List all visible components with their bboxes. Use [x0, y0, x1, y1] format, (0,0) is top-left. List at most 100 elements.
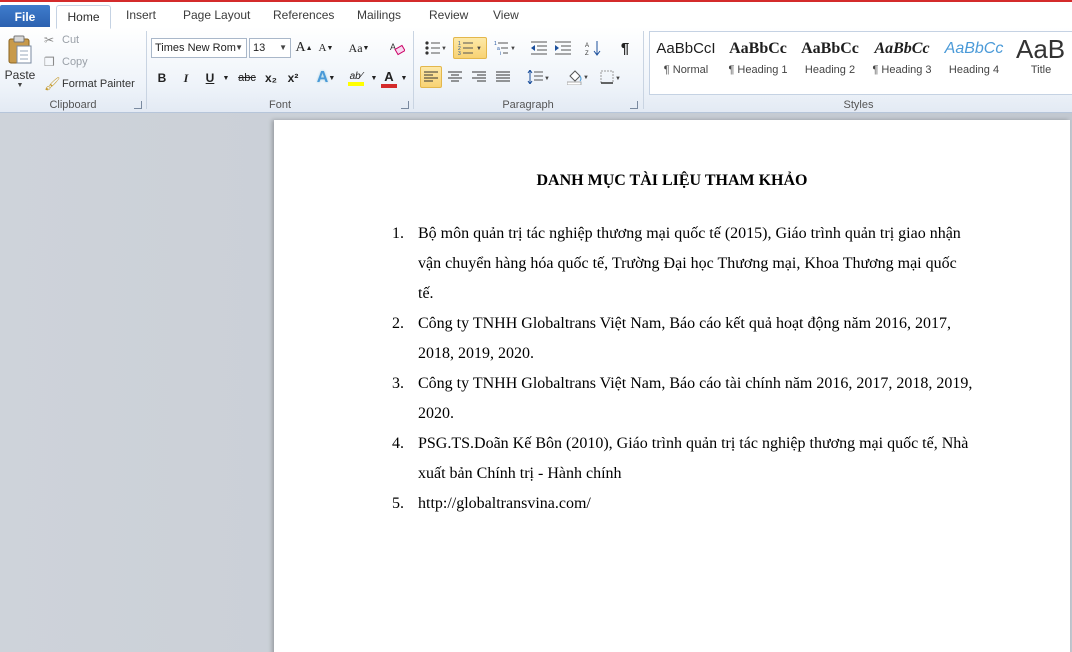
clear-formatting-icon[interactable]: A	[387, 38, 407, 58]
sort-icon[interactable]: AZ	[582, 37, 604, 59]
clipboard-group: Paste ▼ ✂ Cut ❐ Copy 🖌 Format Painter Cl…	[0, 27, 146, 113]
format-painter-label: Format Painter	[62, 78, 135, 90]
style-heading-1[interactable]: AaBbCc ¶ Heading 1	[722, 34, 794, 86]
italic-button[interactable]: I	[175, 67, 197, 89]
text-effects-button[interactable]: A ▼	[313, 67, 339, 89]
grow-font-icon[interactable]: A ▲	[295, 38, 313, 58]
increase-indent-icon[interactable]	[552, 37, 574, 59]
line-spacing-button[interactable]: ▼	[524, 66, 552, 88]
change-case-label: Aa	[348, 40, 363, 55]
cut-label: Cut	[62, 34, 80, 46]
list-number: 1.	[392, 225, 404, 242]
multilevel-list-icon: 1 a i ▼	[494, 41, 516, 56]
style-name: ¶ Normal	[663, 64, 709, 76]
group-separator	[643, 31, 644, 109]
font-color-dropdown-icon[interactable]: ▼	[399, 67, 409, 89]
style-heading-4[interactable]: AaBbCc Heading 4	[938, 34, 1010, 86]
list-number: 4.	[392, 435, 404, 452]
cut-button[interactable]: ✂ Cut	[44, 31, 79, 49]
font-group-label: Font	[268, 99, 291, 111]
paste-button[interactable]: Paste ▼	[3, 30, 37, 92]
style-sample: AaBbCc	[729, 40, 787, 57]
tab-mailings[interactable]: Mailings	[357, 8, 401, 22]
tab-home[interactable]: Home	[56, 5, 111, 29]
ribbon-tabs: File Home Insert Page Layout References …	[0, 0, 1072, 29]
justify-button[interactable]	[492, 66, 514, 88]
pilcrow-icon[interactable]: ¶	[614, 37, 636, 59]
highlight-color-swatch	[348, 81, 364, 86]
document-workspace: DANH MỤC TÀI LIỆU THAM KHẢO 1. Bộ môn qu…	[0, 113, 1072, 652]
list-text: Công ty TNHH Globaltrans Việt Nam, Báo c…	[418, 315, 952, 362]
paragraph-group: ▼ 1 2 3 ▼ 1 a i ▼ AZ ¶ ▼ ▼ ▼ Paragraph	[414, 27, 642, 113]
bold-button[interactable]: B	[151, 67, 173, 89]
copy-button[interactable]: ❐ Copy	[44, 53, 88, 71]
text-effects-icon: A	[316, 69, 329, 86]
style-sample: AaB	[1016, 34, 1066, 64]
subscript-button[interactable]: x₂	[261, 67, 281, 89]
style-normal[interactable]: AaBbCcI ¶ Normal	[650, 34, 722, 86]
align-center-icon	[448, 71, 462, 82]
decrease-indent-icon[interactable]	[528, 37, 550, 59]
clipboard-group-label: Clipboard	[49, 99, 97, 111]
font-name-combo[interactable]: Times New Rom ▼	[151, 38, 247, 58]
underline-button[interactable]: U	[199, 67, 221, 89]
clipboard-launcher-icon[interactable]	[134, 101, 142, 109]
underline-dropdown-icon[interactable]: ▼	[221, 67, 231, 89]
paragraph-group-label: Paragraph	[502, 99, 554, 111]
chevron-down-icon: ▼	[279, 43, 287, 52]
shading-button[interactable]: ▼	[564, 66, 592, 88]
bullets-icon: ▼	[425, 41, 446, 55]
ribbon: Paste ▼ ✂ Cut ❐ Copy 🖌 Format Painter Cl…	[0, 27, 1072, 113]
strikethrough-button[interactable]: abc	[235, 67, 259, 89]
svg-text:▼: ▼	[615, 76, 621, 82]
italic-label: I	[183, 70, 189, 85]
format-painter-button[interactable]: 🖌 Format Painter	[44, 75, 135, 93]
copy-label: Copy	[62, 56, 88, 68]
font-launcher-icon[interactable]	[401, 101, 409, 109]
borders-button[interactable]: ▼	[596, 66, 626, 88]
align-center-button[interactable]	[444, 66, 466, 88]
tab-review[interactable]: Review	[429, 8, 468, 22]
paint-bucket-icon: ▼	[567, 70, 589, 85]
highlight-dropdown-icon[interactable]: ▼	[369, 67, 379, 89]
tab-view[interactable]: View	[493, 8, 519, 22]
font-color-button[interactable]: A	[379, 67, 399, 89]
tab-references[interactable]: References	[273, 8, 334, 22]
list-text: PSG.TS.Doãn Kế Bôn (2010), Giáo trình qu…	[418, 435, 969, 482]
paragraph-launcher-icon[interactable]	[630, 101, 638, 109]
paste-label: Paste	[4, 67, 36, 82]
style-heading-2[interactable]: AaBbCc Heading 2	[794, 34, 866, 86]
align-left-icon	[424, 71, 438, 82]
tab-page-layout[interactable]: Page Layout	[183, 8, 250, 22]
font-size-value: 13	[253, 42, 266, 54]
paste-dropdown-arrow-icon[interactable]: ▼	[17, 82, 24, 89]
shrink-font-icon[interactable]: A ▼	[317, 38, 335, 58]
style-name: Heading 4	[948, 64, 1000, 76]
text-highlight-button[interactable]: ab⁄	[343, 67, 369, 89]
list-text: Công ty TNHH Globaltrans Việt Nam, Báo c…	[418, 375, 973, 422]
style-title[interactable]: AaB Title	[1010, 34, 1072, 86]
font-size-combo[interactable]: 13 ▼	[249, 38, 291, 58]
list-link[interactable]: http://globaltransvina.com/	[418, 495, 591, 512]
borders-icon: ▼	[600, 70, 621, 84]
superscript-button[interactable]: x²	[283, 67, 303, 89]
multilevel-list-button[interactable]: 1 a i ▼	[490, 37, 520, 59]
align-right-button[interactable]	[468, 66, 490, 88]
change-case-button[interactable]: Aa ▼	[345, 38, 373, 58]
style-name: Title	[1030, 64, 1052, 76]
underline-label: U	[205, 71, 215, 85]
svg-text:▼: ▼	[476, 46, 482, 52]
document-page[interactable]: DANH MỤC TÀI LIỆU THAM KHẢO 1. Bộ môn qu…	[274, 120, 1070, 652]
style-heading-3[interactable]: AaBbCc ¶ Heading 3	[866, 34, 938, 86]
document-title: DANH MỤC TÀI LIỆU THAM KHẢO	[536, 172, 808, 189]
svg-text:Z: Z	[585, 51, 589, 56]
align-left-button[interactable]	[420, 66, 442, 88]
numbering-button[interactable]: 1 2 3 ▼	[453, 37, 487, 59]
style-sample: AaBbCc	[874, 40, 930, 57]
bullets-button[interactable]: ▼	[420, 37, 450, 59]
list-text: Bộ môn quản trị tác nghiệp thương mại qu…	[418, 225, 961, 302]
style-sample: AaBbCc	[801, 40, 859, 57]
tab-file[interactable]: File	[0, 5, 50, 29]
bold-label: B	[157, 71, 167, 85]
tab-insert[interactable]: Insert	[126, 8, 156, 22]
